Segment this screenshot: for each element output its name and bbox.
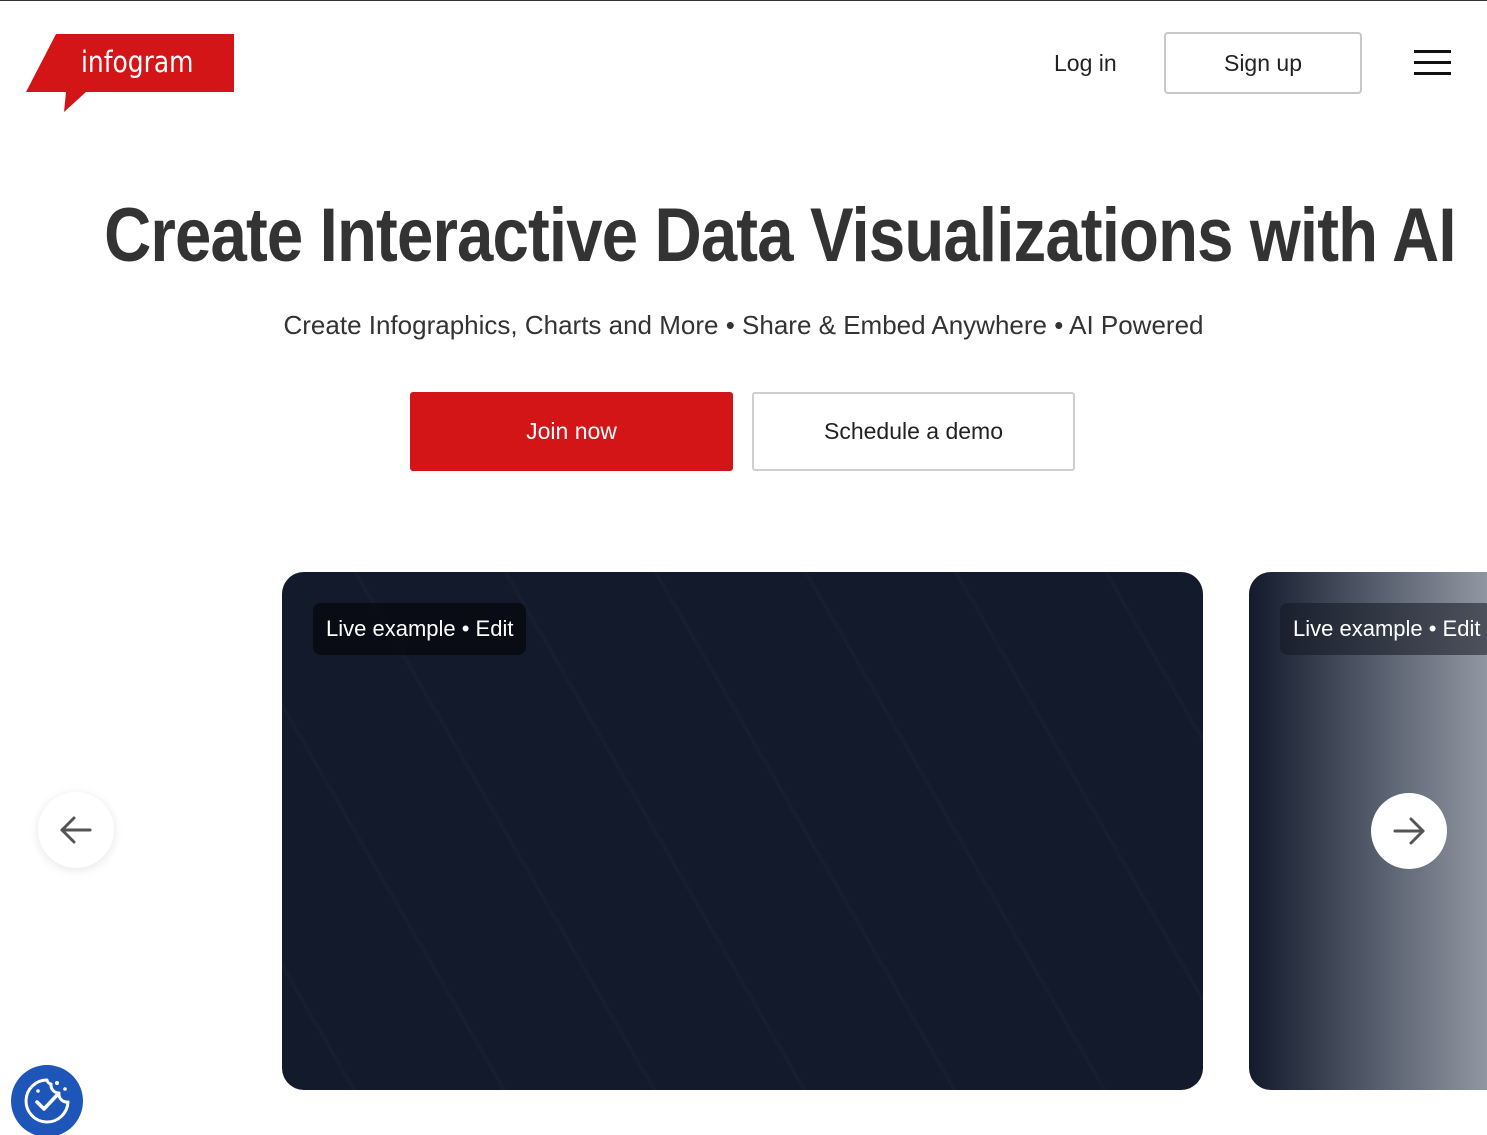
infogram-logo[interactable]: infogram	[26, 34, 236, 114]
menu-bar	[1414, 61, 1451, 64]
join-now-button[interactable]: Join now	[410, 392, 733, 471]
carousel-prev-button[interactable]	[38, 792, 114, 868]
cookie-consent-button[interactable]	[11, 1065, 83, 1135]
logo-text: infogram	[81, 45, 194, 79]
examples-carousel: Live example • Edit Live example • Edit	[0, 560, 1487, 1135]
menu-bar	[1414, 50, 1451, 53]
top-border	[0, 0, 1487, 1]
hamburger-icon[interactable]	[1408, 44, 1456, 82]
carousel-slide-current[interactable]: Live example • Edit	[282, 572, 1203, 1090]
hero-subtitle: Create Infographics, Charts and More • S…	[283, 310, 1204, 340]
cookie-consent-icon	[24, 1078, 70, 1124]
arrow-right-icon	[1393, 817, 1425, 845]
live-example-badge[interactable]: Live example • Edit	[313, 603, 527, 655]
schedule-demo-button[interactable]: Schedule a demo	[752, 392, 1075, 471]
carousel-slide-next[interactable]: Live example • Edit	[1249, 572, 1487, 1090]
hero-title: Create Interactive Data Visualizations w…	[104, 193, 1456, 278]
page: infogram Log in Sign up Create Interacti…	[0, 0, 1487, 1135]
login-link[interactable]: Log in	[1040, 44, 1131, 82]
menu-bar	[1414, 72, 1451, 75]
signup-button[interactable]: Sign up	[1164, 32, 1362, 94]
arrow-left-icon	[60, 816, 92, 844]
live-example-badge[interactable]: Live example • Edit	[1280, 603, 1487, 655]
carousel-next-button[interactable]	[1371, 793, 1447, 869]
